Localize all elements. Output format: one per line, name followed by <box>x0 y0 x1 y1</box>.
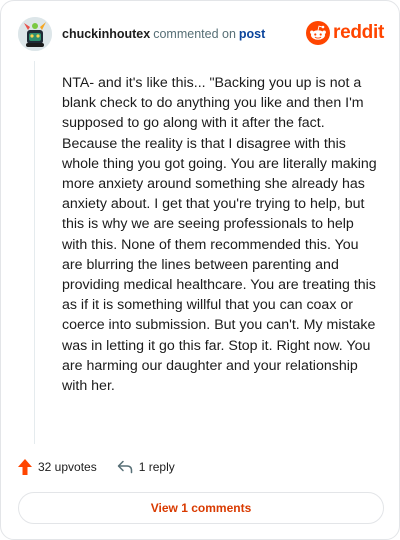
reddit-logo[interactable]: reddit <box>306 21 384 45</box>
reply-arrow-icon <box>117 460 132 474</box>
avatar-image <box>18 17 52 51</box>
comment-card: chuckinhoutex commented on post reddit NTA… <box>0 0 400 540</box>
comment-body: NTA- and it's like this... "Backing you … <box>62 75 377 395</box>
view-comments-button[interactable]: View 1 comments <box>18 492 384 524</box>
comment-actions: 32 upvotes 1 reply <box>18 457 175 477</box>
comment-header: chuckinhoutex commented on post reddit <box>18 17 384 51</box>
username-link[interactable]: chuckinhoutex <box>62 27 150 41</box>
reply-count: 1 reply <box>138 460 175 474</box>
upvote-arrow-icon <box>18 459 32 475</box>
reply-button[interactable]: 1 reply <box>117 460 175 474</box>
post-link[interactable]: post <box>239 27 265 41</box>
user-avatar[interactable] <box>18 17 52 51</box>
thread-line <box>34 61 35 444</box>
comment-meta: chuckinhoutex commented on post <box>62 26 265 42</box>
upvote-button[interactable]: 32 upvotes <box>18 459 97 475</box>
action-text: commented on <box>153 27 236 41</box>
reddit-wordmark: reddit <box>333 22 384 43</box>
upvote-count: 32 upvotes <box>38 460 97 474</box>
reddit-snoo-icon <box>306 21 331 45</box>
